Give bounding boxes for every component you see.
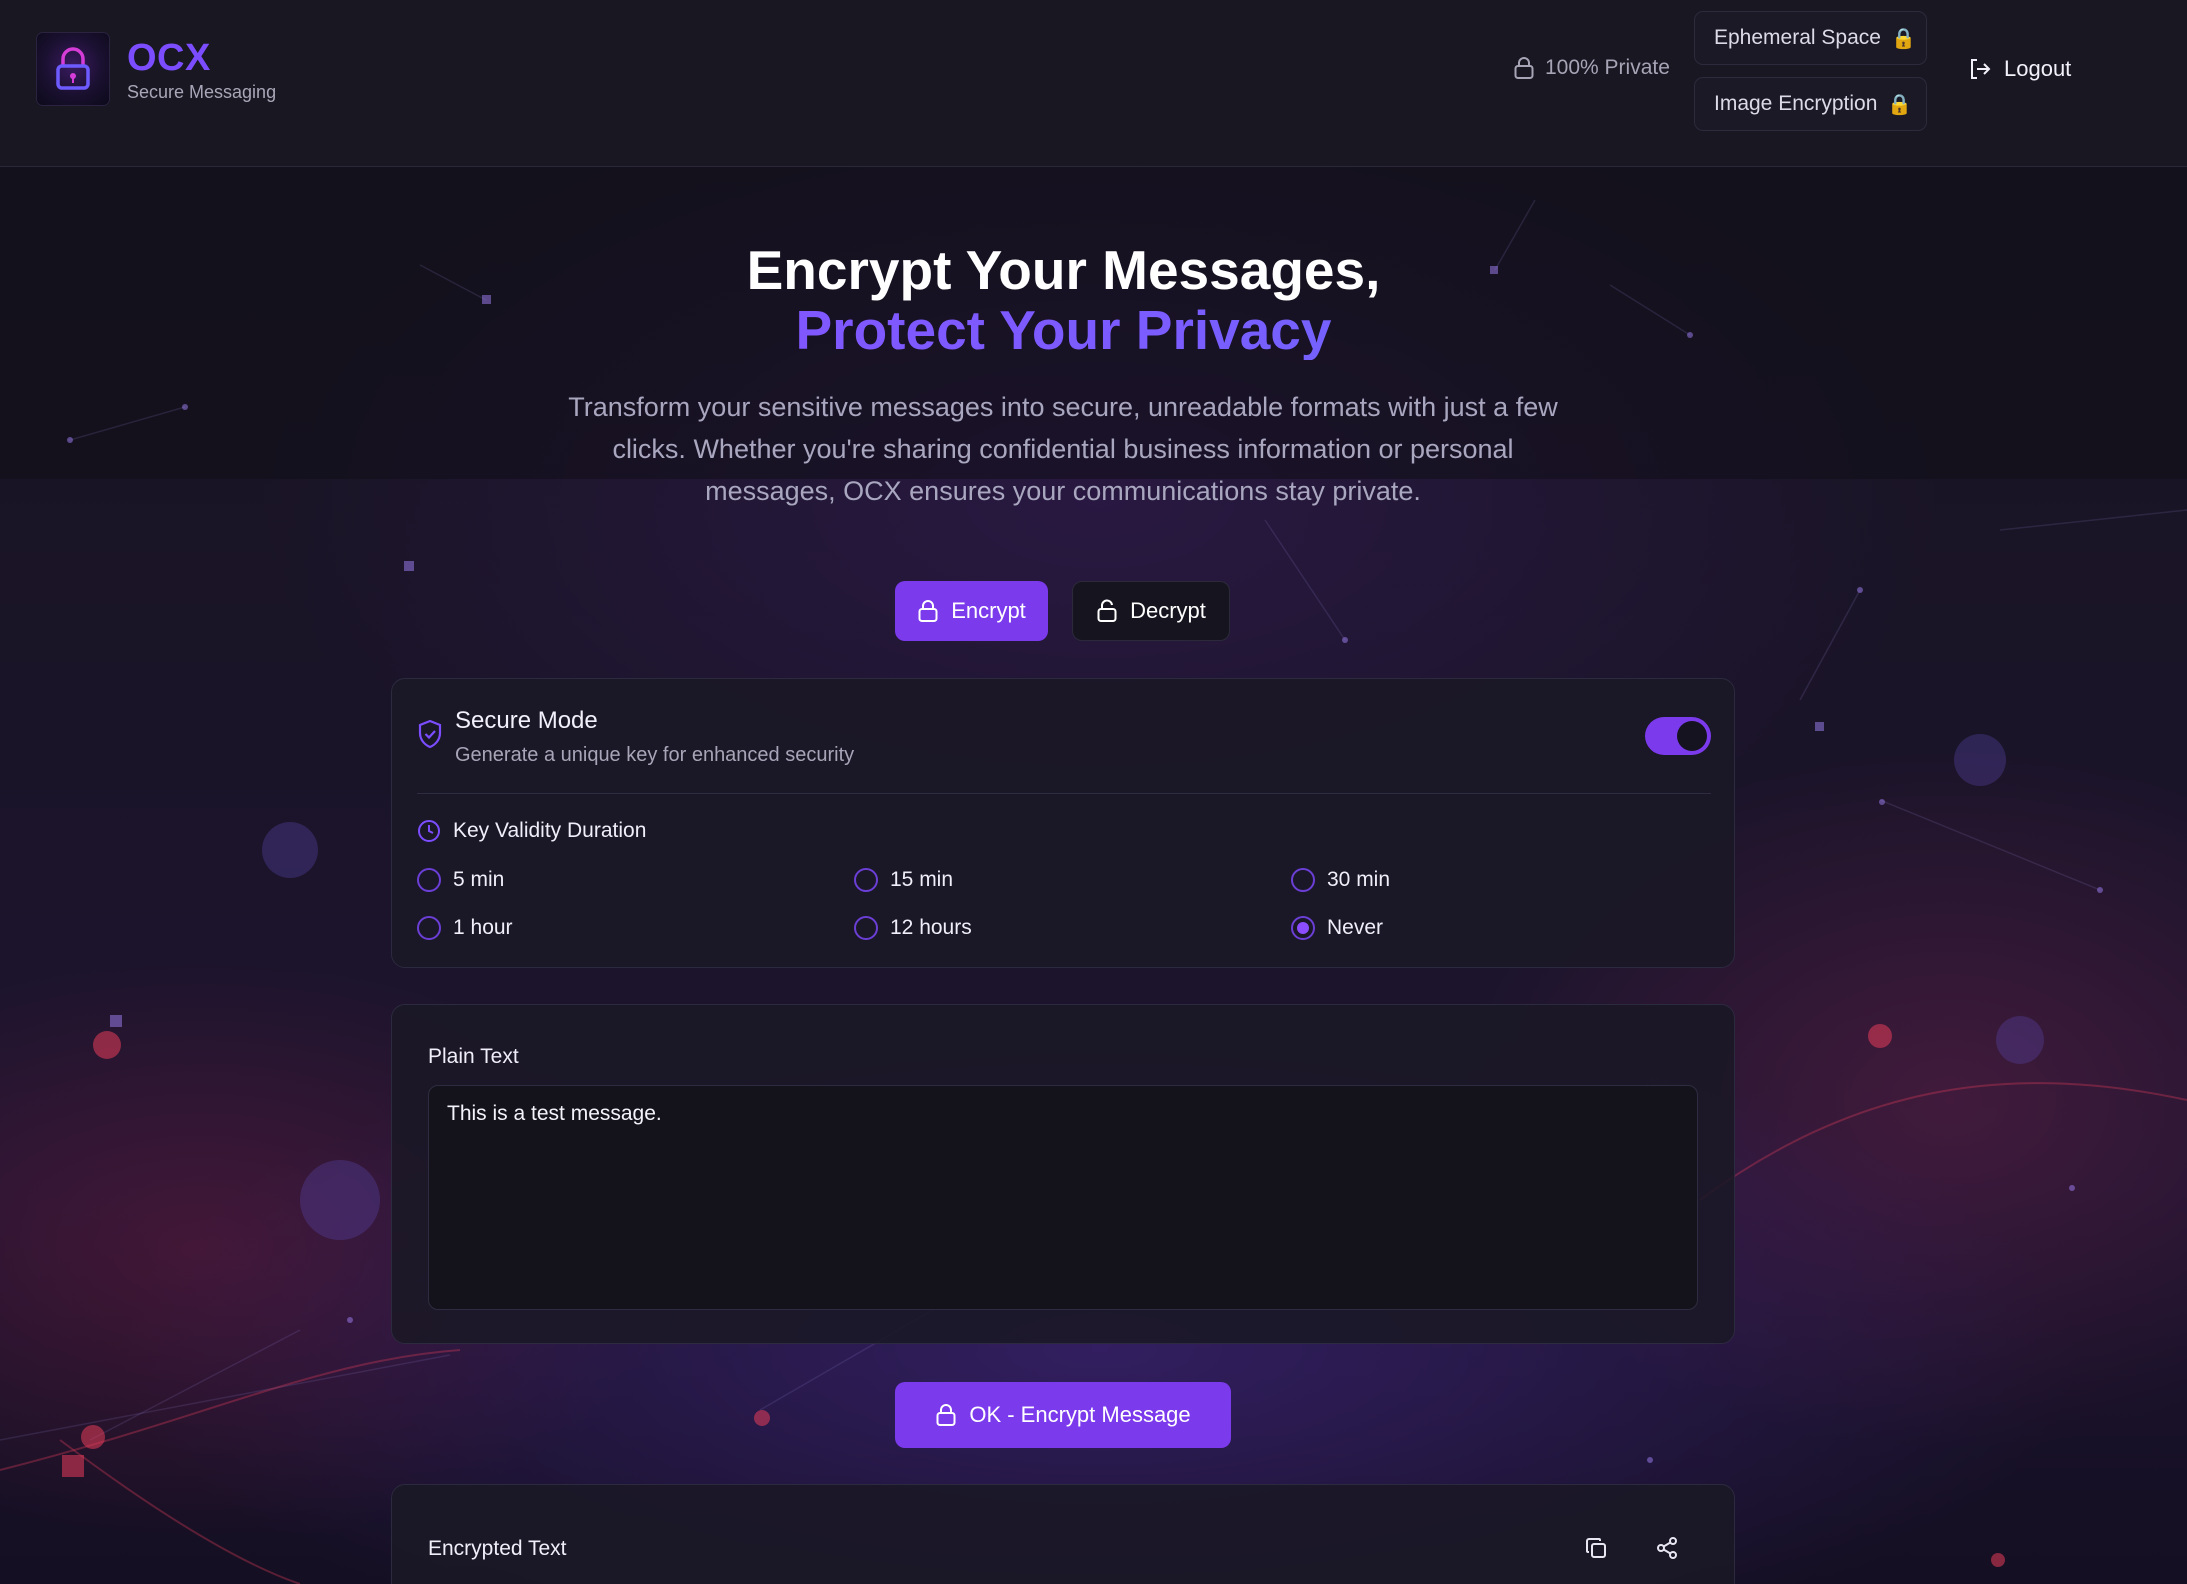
encrypt-message-button[interactable]: OK - Encrypt Message <box>895 1382 1231 1448</box>
share-icon <box>1657 1537 1677 1559</box>
hero-title-line1: Encrypt Your Messages, <box>746 239 1381 301</box>
brand: OCX Secure Messaging <box>127 36 276 103</box>
lock-emoji-icon: 🔒 <box>1887 93 1913 116</box>
toggle-knob <box>1677 721 1707 751</box>
secure-mode-header: Secure Mode Generate a unique key for en… <box>417 707 1707 773</box>
duration-option-5min[interactable]: 5 min <box>417 868 504 892</box>
hero-title-line2: Protect Your Privacy <box>0 300 2127 360</box>
radio-circle <box>417 868 441 892</box>
secure-mode-title: Secure Mode <box>455 707 598 734</box>
duration-option-label: 30 min <box>1327 868 1391 891</box>
radio-circle-selected <box>1291 916 1315 940</box>
copy-button[interactable] <box>1579 1531 1613 1565</box>
duration-option-label: 15 min <box>890 868 954 891</box>
encrypted-text-card: Encrypted Text <box>391 1484 1735 1584</box>
radio-circle <box>1291 868 1315 892</box>
duration-option-1hour[interactable]: 1 hour <box>417 916 513 940</box>
radio-circle <box>854 916 878 940</box>
top-header: OCX Secure Messaging 100% Private Epheme… <box>0 0 2187 167</box>
radio-circle <box>854 868 878 892</box>
duration-option-15min[interactable]: 15 min <box>854 868 953 892</box>
ephemeral-space-label: Ephemeral Space <box>1714 26 1881 49</box>
duration-option-12hours[interactable]: 12 hours <box>854 916 972 940</box>
lock-emoji-icon: 🔒 <box>1890 27 1916 50</box>
lock-icon <box>1514 57 1534 79</box>
logout-button[interactable]: Logout <box>1968 56 2071 82</box>
decrypt-mode-button[interactable]: Decrypt <box>1072 581 1230 641</box>
secure-mode-subtitle: Generate a unique key for enhanced secur… <box>455 744 855 766</box>
image-encryption-link[interactable]: Image Encryption 🔒 <box>1694 77 1927 131</box>
encrypted-text-label: Encrypted Text <box>428 1537 567 1560</box>
clock-icon <box>418 820 440 842</box>
image-encryption-label: Image Encryption <box>1714 92 1878 115</box>
radio-circle <box>417 916 441 940</box>
hero-description: Transform your sensitive messages into s… <box>568 392 1558 506</box>
encrypt-mode-button[interactable]: Encrypt <box>895 581 1048 641</box>
duration-option-never[interactable]: Never <box>1291 916 1383 940</box>
divider <box>417 793 1711 794</box>
secure-mode-card: Secure Mode Generate a unique key for en… <box>391 678 1735 968</box>
logo[interactable] <box>37 33 109 105</box>
lock-icon <box>918 600 938 622</box>
privacy-indicator: 100% Private <box>1513 56 1670 80</box>
privacy-label: 100% Private <box>1545 56 1670 79</box>
copy-icon <box>1586 1538 1606 1558</box>
brand-name: OCX <box>127 37 211 79</box>
hero-title: Encrypt Your Messages, Protect Your Priv… <box>0 240 2127 360</box>
encrypt-mode-label: Encrypt <box>951 598 1026 623</box>
ephemeral-space-link[interactable]: Ephemeral Space 🔒 <box>1694 11 1927 65</box>
duration-option-30min[interactable]: 30 min <box>1291 868 1390 892</box>
share-button[interactable] <box>1650 1531 1684 1565</box>
plain-text-input[interactable]: This is a test message. <box>428 1085 1698 1310</box>
decrypt-mode-label: Decrypt <box>1130 598 1206 623</box>
brand-tagline: Secure Messaging <box>127 82 277 102</box>
logout-icon <box>1971 59 1991 79</box>
shield-check-icon <box>418 719 442 749</box>
duration-option-label: 12 hours <box>890 916 972 939</box>
duration-option-label: 5 min <box>453 868 505 891</box>
key-validity-label: Key Validity Duration <box>453 819 647 842</box>
duration-option-label: Never <box>1327 916 1384 939</box>
logout-label: Logout <box>2004 56 2072 81</box>
key-validity-heading: Key Validity Duration <box>417 819 646 843</box>
neon-lock-icon <box>56 47 90 90</box>
plain-text-label: Plain Text <box>428 1045 519 1068</box>
encrypt-message-label: OK - Encrypt Message <box>969 1402 1191 1427</box>
plain-text-card: Plain Text This is a test message. <box>391 1004 1735 1344</box>
secure-mode-toggle[interactable] <box>1645 717 1711 755</box>
lock-icon <box>936 1404 956 1426</box>
duration-option-label: 1 hour <box>453 916 513 939</box>
unlock-icon <box>1097 599 1117 622</box>
